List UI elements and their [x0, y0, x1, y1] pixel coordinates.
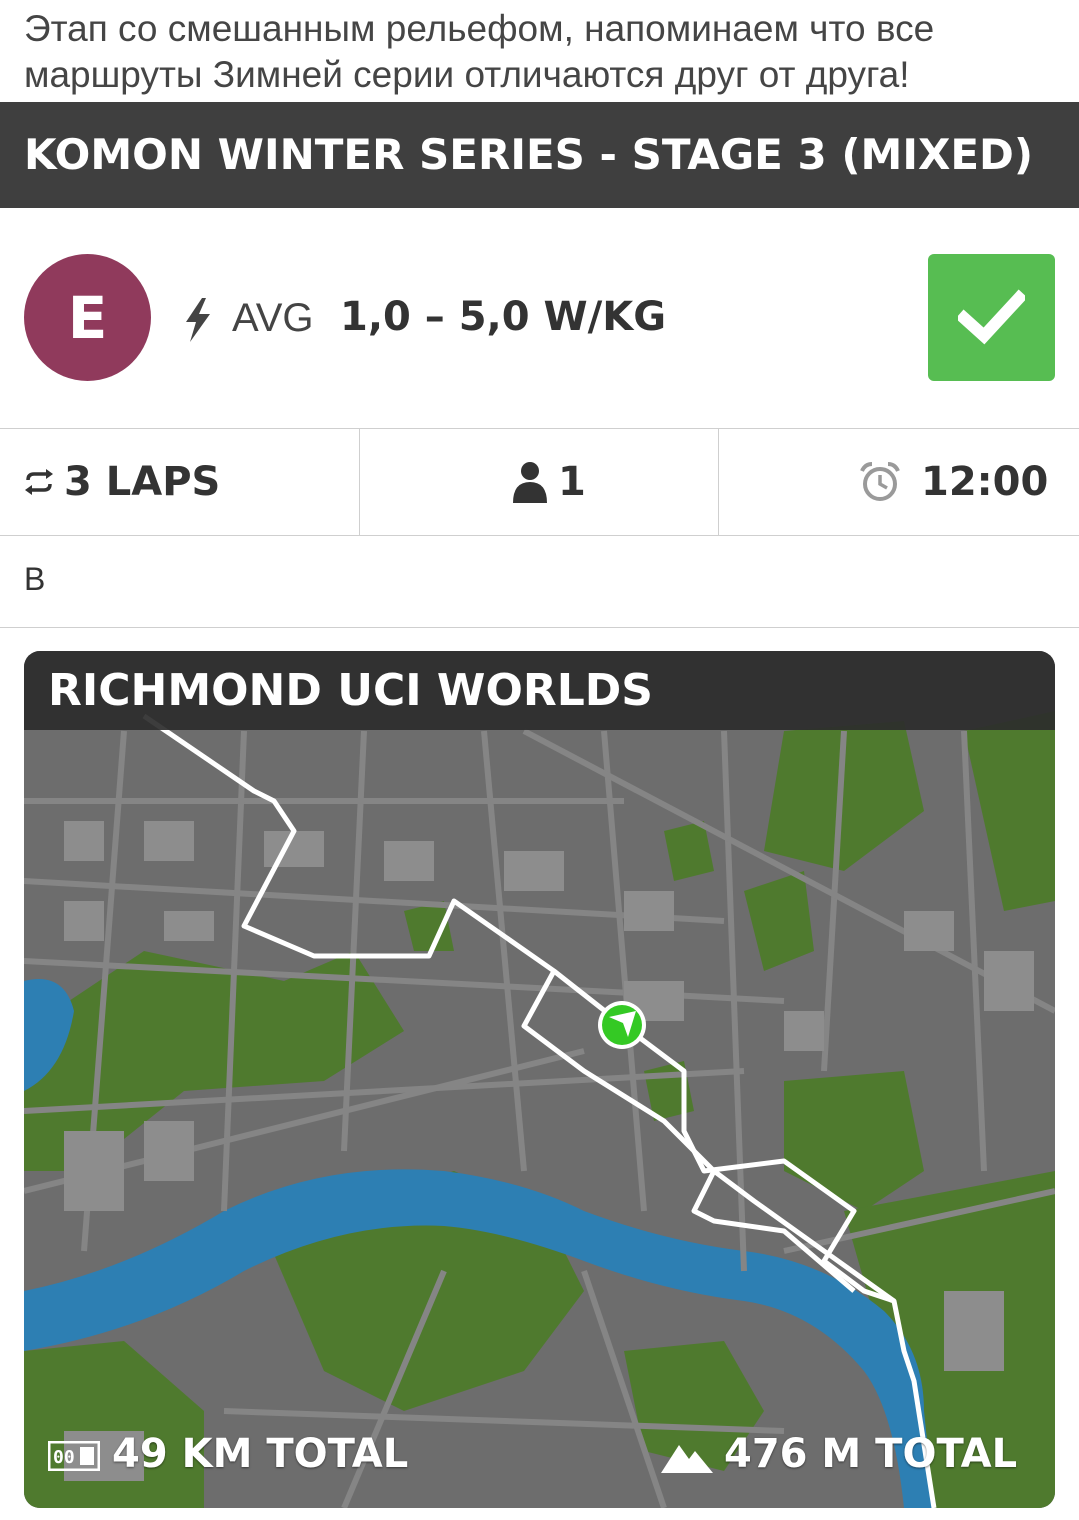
- avg-label: AVG: [232, 296, 314, 340]
- repeat-icon: [25, 469, 53, 495]
- odometer-icon: 00: [48, 1441, 100, 1471]
- stats-row: 3 LAPS 1 12:00: [0, 428, 1079, 536]
- route-name-bar: RICHMOND UCI WORLDS: [24, 651, 1055, 730]
- checkmark-icon: [958, 289, 1025, 345]
- bolt-icon: [186, 298, 210, 342]
- event-title: KOMON WINTER SERIES - STAGE 3 (MIXED): [24, 130, 1034, 179]
- alarm-clock-icon: [860, 462, 900, 501]
- laps-cell: 3 LAPS: [0, 429, 358, 535]
- category-badge: E: [24, 254, 151, 381]
- event-note: B: [0, 535, 1079, 628]
- wkg-range: 1,0 – 5,0 W/KG: [340, 294, 667, 340]
- person-icon: [513, 462, 547, 503]
- route-elevation: 476 M TOTAL: [724, 1431, 1018, 1477]
- svg-text:00: 00: [53, 1447, 75, 1468]
- route-map: [24, 651, 1055, 1508]
- event-description: Этап со смешанным рельефом, напоминаем ч…: [24, 8, 935, 95]
- category-row: E AVG 1,0 – 5,0 W/KG: [0, 208, 1079, 428]
- joined-button[interactable]: [928, 254, 1055, 381]
- route-name: RICHMOND UCI WORLDS: [48, 665, 653, 716]
- note-text: B: [24, 561, 46, 597]
- position-marker-icon: [598, 1001, 646, 1049]
- start-time: 12:00: [921, 459, 1049, 505]
- route-map-card[interactable]: RICHMOND UCI WORLDS 00 49 KM TOTAL 476 M…: [24, 651, 1055, 1508]
- time-cell: 12:00: [718, 429, 1079, 535]
- route-distance: 49 KM TOTAL: [112, 1431, 409, 1477]
- riders-cell: 1: [359, 429, 718, 535]
- event-title-bar: KOMON WINTER SERIES - STAGE 3 (MIXED): [0, 102, 1079, 208]
- riders-count: 1: [558, 459, 586, 505]
- mountain-icon: [661, 1445, 713, 1473]
- laps-count: 3 LAPS: [64, 459, 221, 505]
